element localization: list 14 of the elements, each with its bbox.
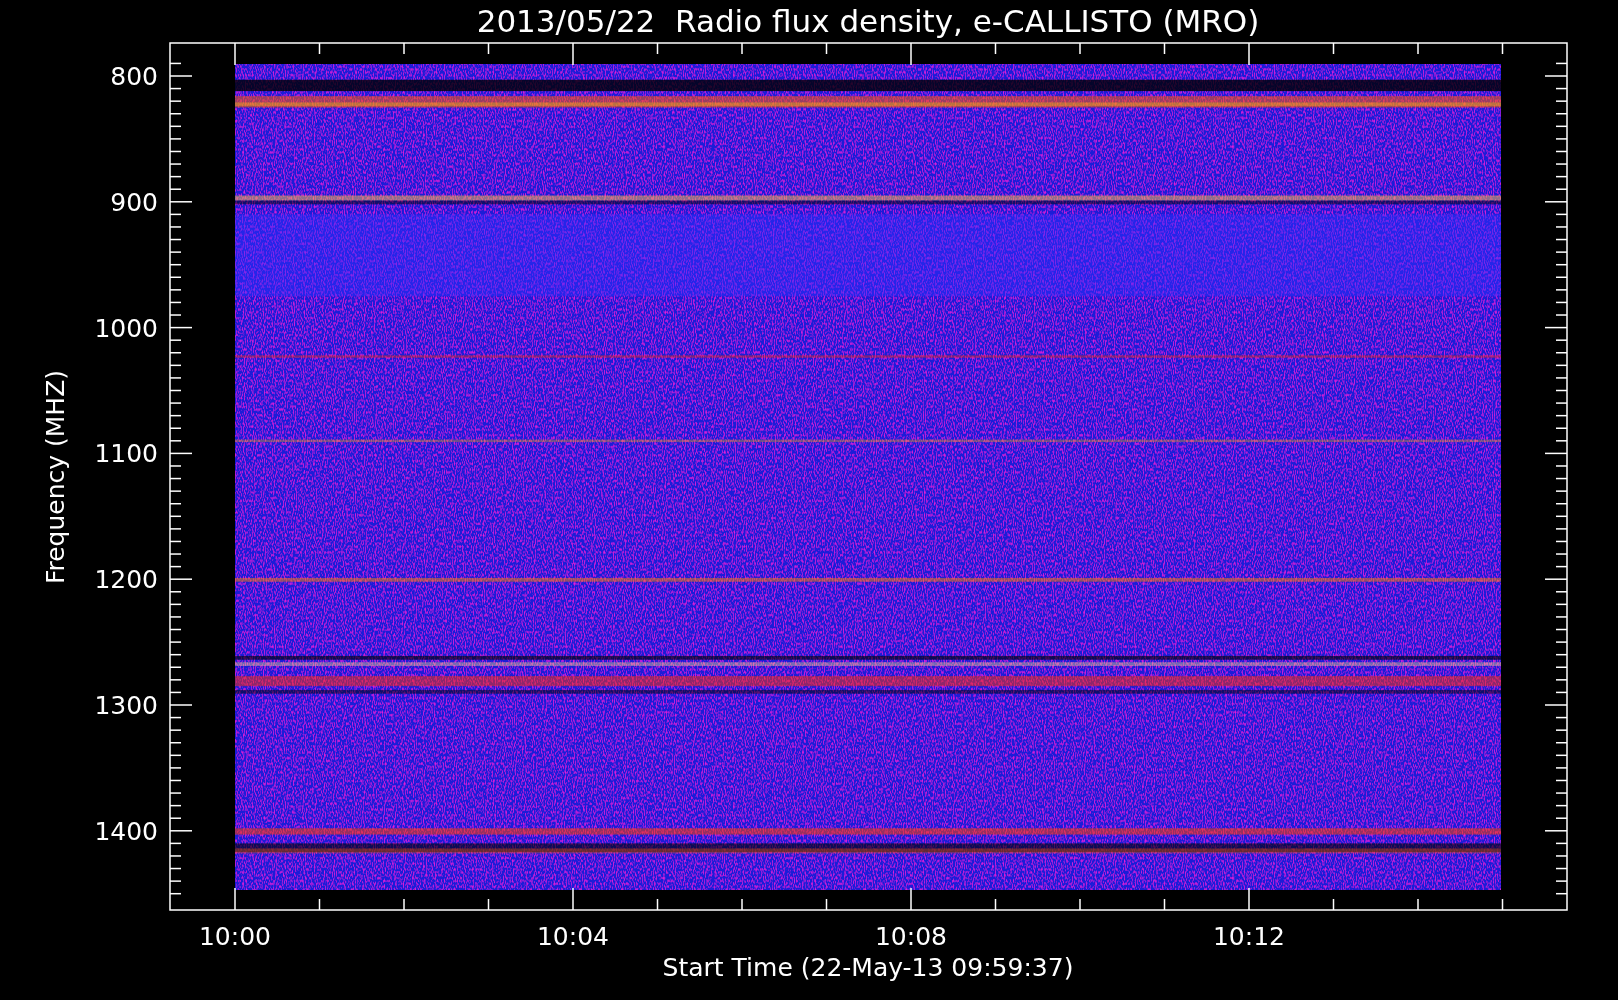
x-tick-label: 10:12 xyxy=(1213,922,1285,951)
x-axis-label: Start Time (22-May-13 09:59:37) xyxy=(662,953,1074,982)
x-tick-label: 10:04 xyxy=(537,922,609,951)
y-tick-label: 800 xyxy=(110,62,158,91)
y-tick-label: 1400 xyxy=(94,816,158,846)
x-tick-label: 10:08 xyxy=(875,922,947,951)
y-tick-label: 1300 xyxy=(94,691,158,720)
y-axis-label: Frequency (MHZ) xyxy=(41,369,70,585)
y-tick-label: 1200 xyxy=(94,565,158,595)
y-tick-label: 1100 xyxy=(94,439,158,469)
x-tick-label: 10:00 xyxy=(199,922,271,951)
y-tick-label: 1000 xyxy=(94,313,158,343)
y-tick-label: 900 xyxy=(110,187,158,217)
chart-title: 2013/05/22 Radio flux density, e-CALLISTO (MRO) xyxy=(476,3,1260,39)
